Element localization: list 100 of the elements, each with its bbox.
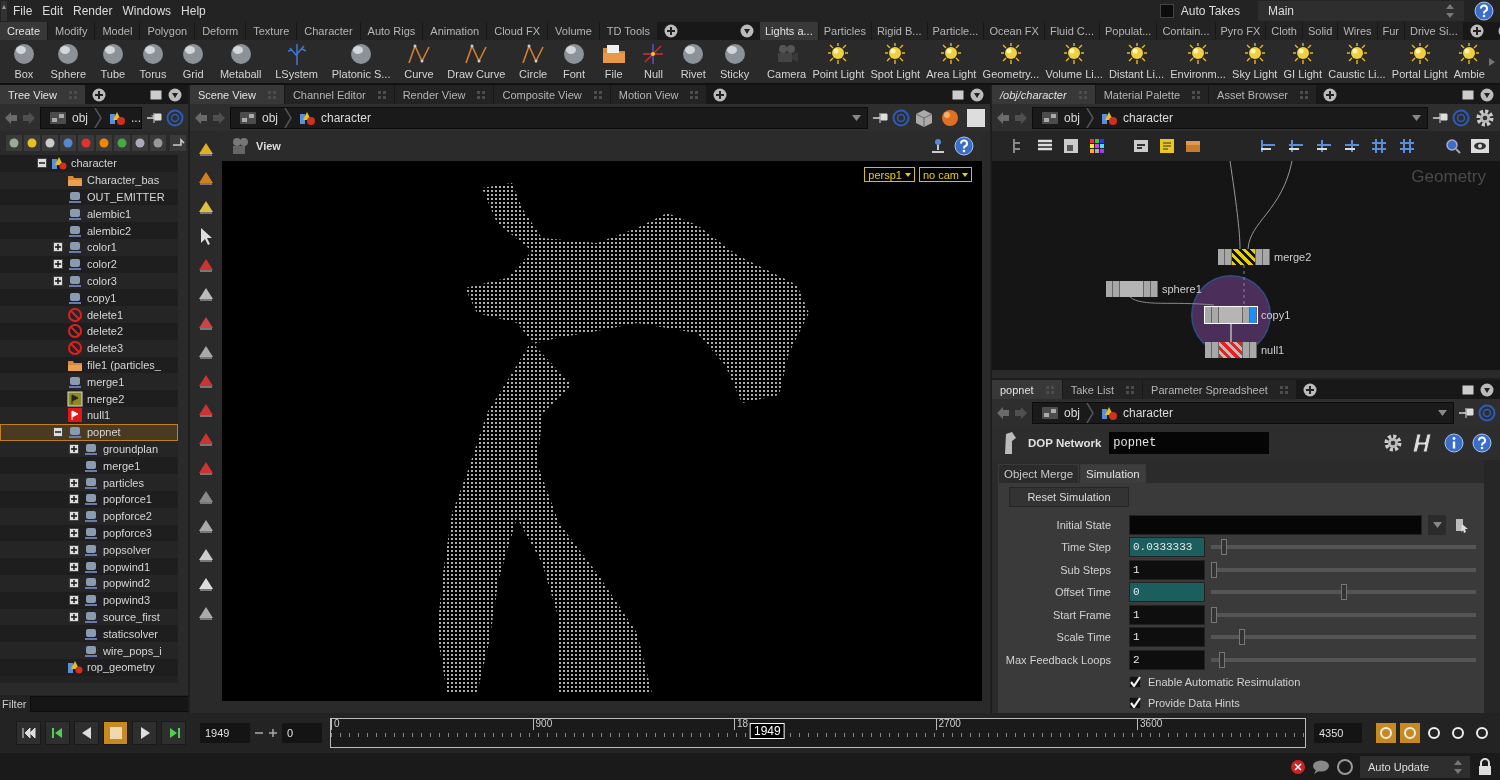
folder-tab[interactable]: Object Merge bbox=[998, 464, 1080, 483]
reset-simulation-button[interactable]: Reset Simulation bbox=[1009, 487, 1129, 507]
collapse-icon[interactable] bbox=[53, 427, 63, 438]
expand-icon[interactable] bbox=[69, 527, 79, 538]
shelf-tab[interactable]: Particles bbox=[818, 22, 871, 40]
pane-tab[interactable]: Parameter Spreadsheet bbox=[1143, 380, 1296, 399]
menu-item[interactable]: Render bbox=[68, 1, 118, 21]
chat-icon[interactable] bbox=[1312, 758, 1330, 775]
network-box-icon[interactable] bbox=[1132, 137, 1150, 155]
shelf-tool[interactable]: Sky Light bbox=[1229, 40, 1281, 83]
align-icon[interactable] bbox=[1258, 137, 1278, 155]
expand-icon[interactable] bbox=[53, 242, 63, 253]
menu-item[interactable]: File bbox=[8, 1, 38, 21]
menu-item[interactable]: Windows bbox=[117, 1, 177, 21]
value-field[interactable]: 2 bbox=[1129, 649, 1205, 670]
path-field[interactable]: obj character bbox=[1032, 106, 1428, 129]
menu-item[interactable]: Edit bbox=[37, 1, 69, 21]
add-tab-icon[interactable] bbox=[1469, 24, 1484, 38]
path-crumb[interactable]: character bbox=[1098, 404, 1176, 421]
pane-tab[interactable]: Channel Editor bbox=[284, 85, 394, 104]
shelf-tab[interactable]: Drive Si... bbox=[1405, 22, 1463, 40]
tree-item[interactable]: popwind1 bbox=[0, 558, 178, 575]
pane-tab[interactable]: Material Palette bbox=[1095, 85, 1209, 104]
pane-tab[interactable]: popnet bbox=[992, 380, 1062, 399]
step-back-button[interactable] bbox=[45, 721, 70, 745]
shelf-tab[interactable]: Contain... bbox=[1157, 22, 1215, 40]
shelf-tool[interactable]: Tube bbox=[92, 40, 133, 83]
slider-thumb[interactable] bbox=[1221, 539, 1228, 556]
back-arrow-icon[interactable] bbox=[4, 110, 18, 125]
path-crumb[interactable]: character bbox=[296, 109, 374, 126]
shelf-tool[interactable]: Circle bbox=[512, 40, 555, 83]
expand-icon[interactable] bbox=[69, 494, 79, 505]
shelf-tool[interactable]: Ambie bbox=[1450, 40, 1488, 83]
filter-icon[interactable] bbox=[114, 135, 130, 151]
pane-tab[interactable]: Motion View bbox=[610, 85, 707, 104]
shelf-tool[interactable]: Metaball bbox=[213, 40, 269, 83]
start-frame-field[interactable]: 0 bbox=[282, 723, 322, 743]
node-tile[interactable] bbox=[1106, 281, 1158, 297]
slider-thumb[interactable] bbox=[1218, 651, 1225, 668]
help-icon[interactable] bbox=[1472, 433, 1492, 453]
camera-icon[interactable] bbox=[230, 137, 250, 155]
value-field[interactable]: 0.0333333 bbox=[1129, 537, 1205, 558]
value-field[interactable]: 1 bbox=[1129, 627, 1205, 648]
add-tab-icon[interactable] bbox=[664, 24, 678, 38]
path-crumb[interactable]: obj bbox=[1039, 404, 1082, 421]
shelf-tab[interactable]: Cloud FX bbox=[487, 22, 548, 40]
path-crumb[interactable]: ... bbox=[106, 109, 144, 126]
filter-icon[interactable] bbox=[150, 135, 166, 151]
shelf-tab[interactable]: Volume bbox=[548, 22, 599, 40]
shelf-tab[interactable]: Modify bbox=[48, 22, 95, 40]
shelf-tool[interactable]: Environm... bbox=[1167, 40, 1229, 83]
viewport-canvas[interactable]: persp1 no cam bbox=[222, 161, 982, 701]
shelf-tool[interactable]: Area Light bbox=[923, 40, 980, 83]
shelf-tool[interactable]: Camera bbox=[764, 40, 810, 83]
shelf-tab[interactable]: Solid bbox=[1302, 22, 1338, 40]
shelf-tab[interactable]: Rigid B... bbox=[871, 22, 927, 40]
align-icon[interactable] bbox=[1314, 137, 1334, 155]
filter-icon[interactable] bbox=[42, 135, 58, 151]
shelf-tab[interactable]: Fur bbox=[1377, 22, 1404, 40]
shelf-tool[interactable]: Curve bbox=[397, 40, 441, 83]
filter-icon[interactable] bbox=[6, 135, 22, 151]
filter-icon[interactable] bbox=[24, 135, 40, 151]
shelf-tool[interactable]: LSystem bbox=[268, 40, 325, 83]
pane-tab[interactable]: Take List bbox=[1062, 380, 1143, 399]
caret-icon[interactable] bbox=[852, 114, 861, 121]
shelf-tool[interactable]: Box bbox=[4, 40, 44, 83]
end-frame-field[interactable]: 4350 bbox=[1314, 723, 1362, 743]
add-tab-icon[interactable] bbox=[91, 87, 106, 102]
path-crumb[interactable]: obj bbox=[237, 109, 280, 126]
shelf-tool[interactable]: Point Light bbox=[809, 40, 868, 83]
scroll-right-icon[interactable] bbox=[1487, 56, 1496, 67]
expand-icon[interactable] bbox=[69, 544, 79, 555]
expand-icon[interactable] bbox=[53, 259, 63, 270]
checkbox[interactable] bbox=[1159, 4, 1174, 18]
shelf-tab[interactable]: Lights a... bbox=[760, 22, 818, 40]
shelf-tool[interactable]: Distant Li... bbox=[1106, 40, 1168, 83]
timeline-ruler[interactable]: 0 900 18 2700 3600 1949 bbox=[330, 718, 1306, 748]
menu-field[interactable] bbox=[1129, 514, 1422, 535]
camera-menu[interactable]: no cam bbox=[918, 167, 972, 182]
shading-icon[interactable] bbox=[940, 107, 960, 128]
shelf-tool[interactable]: Spot Light bbox=[867, 40, 924, 83]
increment-icon[interactable] bbox=[268, 728, 278, 738]
update-mode-dropdown[interactable]: Auto Update bbox=[1360, 755, 1470, 778]
add-tab-icon[interactable] bbox=[1302, 382, 1317, 397]
shelf-tab[interactable]: Texture bbox=[246, 22, 297, 40]
expand-icon[interactable] bbox=[69, 595, 79, 606]
eye-icon[interactable] bbox=[1470, 137, 1490, 155]
slider-thumb[interactable] bbox=[1239, 629, 1246, 646]
path-crumb[interactable]: character bbox=[1098, 109, 1176, 126]
expand-icon[interactable] bbox=[69, 578, 79, 589]
back-arrow-icon[interactable] bbox=[194, 110, 208, 125]
menu-item[interactable]: Help bbox=[176, 1, 211, 21]
help-icon[interactable] bbox=[954, 136, 974, 156]
node-name-field[interactable]: popnet bbox=[1109, 432, 1270, 454]
frame-field[interactable]: 1949 bbox=[200, 723, 250, 743]
slider-thumb[interactable] bbox=[1340, 584, 1347, 601]
expand-icon[interactable] bbox=[69, 477, 79, 488]
back-arrow-icon[interactable] bbox=[996, 110, 1010, 125]
jump-to-start-button[interactable] bbox=[16, 721, 41, 745]
shelf-tool[interactable]: Sphere bbox=[43, 40, 93, 83]
